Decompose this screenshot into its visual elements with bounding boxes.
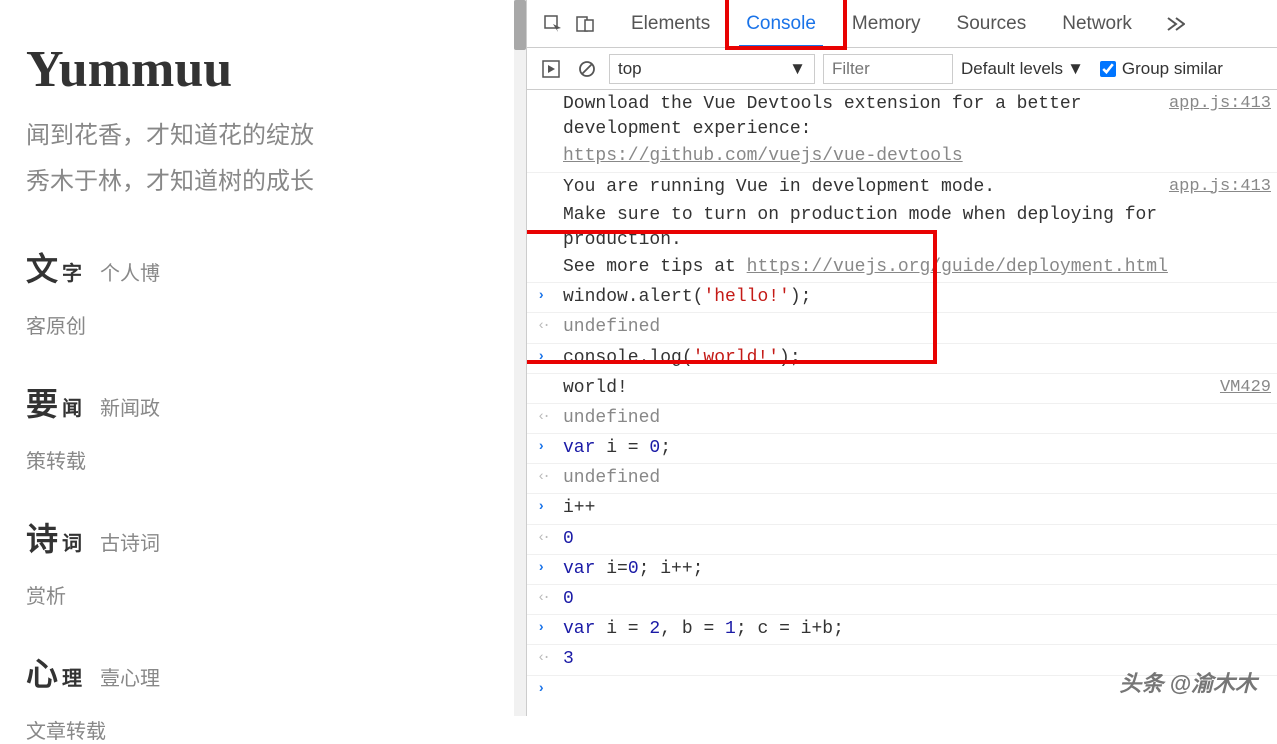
- nav-suffix: 理: [62, 662, 82, 691]
- devtools-tab-bar: ElementsConsoleMemorySourcesNetwork: [527, 0, 1277, 48]
- nav-desc: 个人博: [100, 257, 160, 286]
- console-row: Download the Vue Devtools extension for …: [527, 90, 1277, 142]
- nav-desc: 壹心理: [100, 662, 160, 691]
- source-link[interactable]: app.js:413: [1169, 92, 1271, 116]
- output-marker-icon: [537, 527, 557, 549]
- output-marker-icon: [537, 587, 557, 609]
- input-marker-icon: [537, 346, 557, 368]
- nav-big: 文: [26, 244, 58, 290]
- nav-desc: 新闻政: [100, 392, 160, 421]
- nav-group[interactable]: 文字个人博客原创: [26, 244, 526, 339]
- tab-elements[interactable]: Elements: [613, 0, 728, 48]
- nav-group[interactable]: 要闻新闻政策转载: [26, 379, 526, 474]
- console-row: 0: [527, 585, 1277, 615]
- devtools-panel: ElementsConsoleMemorySourcesNetwork top …: [526, 0, 1277, 716]
- more-tabs-icon[interactable]: [1160, 8, 1192, 40]
- nav-suffix: 词: [62, 527, 82, 556]
- console-row: world!VM429: [527, 374, 1277, 404]
- console-toolbar: top ▼ Default levels ▼ Group similar: [527, 48, 1277, 90]
- console-row: console.log('world!');: [527, 344, 1277, 374]
- console-row: undefined: [527, 464, 1277, 494]
- console-row: i++: [527, 494, 1277, 524]
- console-row: undefined: [527, 404, 1277, 434]
- console-row: Make sure to turn on production mode whe…: [527, 201, 1277, 253]
- filter-input[interactable]: [823, 54, 953, 84]
- console-row: You are running Vue in development mode.…: [527, 173, 1277, 201]
- output-marker-icon: [537, 647, 557, 669]
- input-marker-icon: [537, 557, 557, 579]
- device-icon[interactable]: [569, 8, 601, 40]
- prompt-marker-icon: [537, 678, 557, 700]
- input-marker-icon: [537, 436, 557, 458]
- tab-console[interactable]: Console: [728, 0, 834, 48]
- nav-line2: 客原创: [26, 310, 526, 339]
- console-row: var i = 0;: [527, 434, 1277, 464]
- nav-desc: 古诗词: [100, 527, 160, 556]
- tab-network[interactable]: Network: [1044, 0, 1150, 48]
- nav-group[interactable]: 心理壹心理文章转载: [26, 649, 526, 744]
- tab-memory[interactable]: Memory: [834, 0, 939, 48]
- source-link[interactable]: VM429: [1220, 376, 1271, 400]
- chevron-down-icon: ▼: [789, 59, 806, 79]
- nav-big: 诗: [26, 514, 58, 560]
- nav-line2: 赏析: [26, 580, 526, 609]
- play-icon[interactable]: [537, 55, 565, 83]
- console-row: See more tips at https://vuejs.org/guide…: [527, 253, 1277, 283]
- tab-sources[interactable]: Sources: [939, 0, 1045, 48]
- output-marker-icon: [537, 315, 557, 337]
- console-row: window.alert('hello!');: [527, 283, 1277, 313]
- output-marker-icon: [537, 406, 557, 428]
- watermark: 头条 @渝木木: [1119, 666, 1257, 698]
- nav-big: 要: [26, 379, 58, 425]
- console-row: var i = 2, b = 1; c = i+b;: [527, 615, 1277, 645]
- input-marker-icon: [537, 285, 557, 307]
- console-row: 0: [527, 525, 1277, 555]
- group-similar-toggle[interactable]: Group similar: [1100, 59, 1223, 79]
- nav-group[interactable]: 诗词古诗词赏析: [26, 514, 526, 609]
- scrollbar[interactable]: [514, 0, 526, 716]
- inspect-icon[interactable]: [537, 8, 569, 40]
- nav-suffix: 闻: [62, 392, 82, 421]
- console-output[interactable]: Download the Vue Devtools extension for …: [527, 90, 1277, 716]
- chevron-down-icon: ▼: [1067, 59, 1084, 79]
- nav-big: 心: [26, 649, 58, 695]
- console-row: https://github.com/vuejs/vue-devtools: [527, 142, 1277, 172]
- clear-icon[interactable]: [573, 55, 601, 83]
- nav-line2: 策转载: [26, 445, 526, 474]
- group-checkbox[interactable]: [1100, 61, 1116, 77]
- context-selector[interactable]: top ▼: [609, 54, 815, 84]
- input-marker-icon: [537, 496, 557, 518]
- website-content: Yummuu 闻到花香，才知道花的绽放 秀木于林，才知道树的成长 文字个人博客原…: [0, 0, 526, 716]
- site-title: Yummuu: [26, 40, 526, 99]
- nav-line2: 文章转载: [26, 715, 526, 744]
- source-link[interactable]: app.js:413: [1169, 175, 1271, 199]
- input-marker-icon: [537, 617, 557, 639]
- nav-suffix: 字: [62, 257, 82, 286]
- site-subtitle: 闻到花香，才知道花的绽放 秀木于林，才知道树的成长: [26, 113, 526, 204]
- output-marker-icon: [537, 466, 557, 488]
- scrollbar-thumb[interactable]: [514, 0, 526, 50]
- console-row: undefined: [527, 313, 1277, 343]
- levels-selector[interactable]: Default levels ▼: [961, 59, 1084, 79]
- console-row: var i=0; i++;: [527, 555, 1277, 585]
